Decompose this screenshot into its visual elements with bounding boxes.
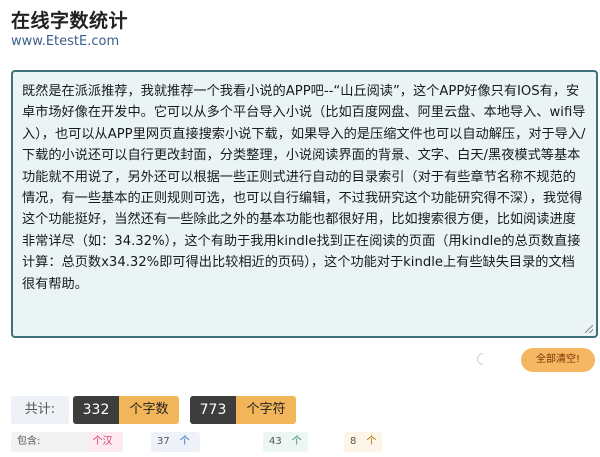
editor-text: 既然是在派派推荐，我就推荐一个我看小说的APP吧--“山丘阅读”，这个APP好像…	[22, 84, 586, 292]
letter-count-unit: 个字母	[287, 432, 308, 452]
digit-count-unit: 个数字	[362, 432, 383, 452]
details-label: 包含:	[17, 436, 41, 447]
resize-handle-icon[interactable]	[585, 325, 593, 333]
punct-count-unit: 个标点(全角)	[175, 432, 200, 452]
punct-count-badge: 37 个标点(全角)	[151, 432, 200, 452]
chinese-count-badge: 包含: 324 个汉字	[11, 432, 123, 452]
chinese-count-unit: 个汉字	[88, 432, 123, 452]
text-input-area[interactable]: 既然是在派派推荐，我就推荐一个我看小说的APP吧--“山丘阅读”，这个APP好像…	[11, 70, 598, 338]
punct-count-value: 37	[151, 432, 176, 452]
details-label-and-count: 包含: 324	[11, 432, 89, 452]
char-count-value: 332	[73, 396, 119, 424]
totals-label: 共计:	[11, 396, 69, 424]
letter-count-badge: 43 个字母	[263, 432, 308, 452]
byte-count-value: 773	[190, 396, 236, 424]
digit-count-badge: 8 个数字	[344, 432, 383, 452]
char-count-badge: 332 个字数	[73, 396, 179, 424]
char-count-unit: 个字数	[119, 396, 179, 424]
page-title: 在线字数统计	[11, 10, 129, 32]
byte-count-unit: 个字符	[236, 396, 296, 424]
loading-spinner-icon	[474, 350, 492, 368]
digit-count-value: 8	[344, 432, 363, 452]
clear-all-button[interactable]: 全部清空!	[521, 348, 595, 372]
byte-count-badge: 773 个字符	[190, 396, 296, 424]
letter-count-value: 43	[263, 432, 288, 452]
site-url[interactable]: www.EtestE.com	[11, 34, 119, 49]
word-count-page: 在线字数统计 www.EtestE.com 既然是在派派推荐，我就推荐一个我看小…	[0, 0, 600, 457]
